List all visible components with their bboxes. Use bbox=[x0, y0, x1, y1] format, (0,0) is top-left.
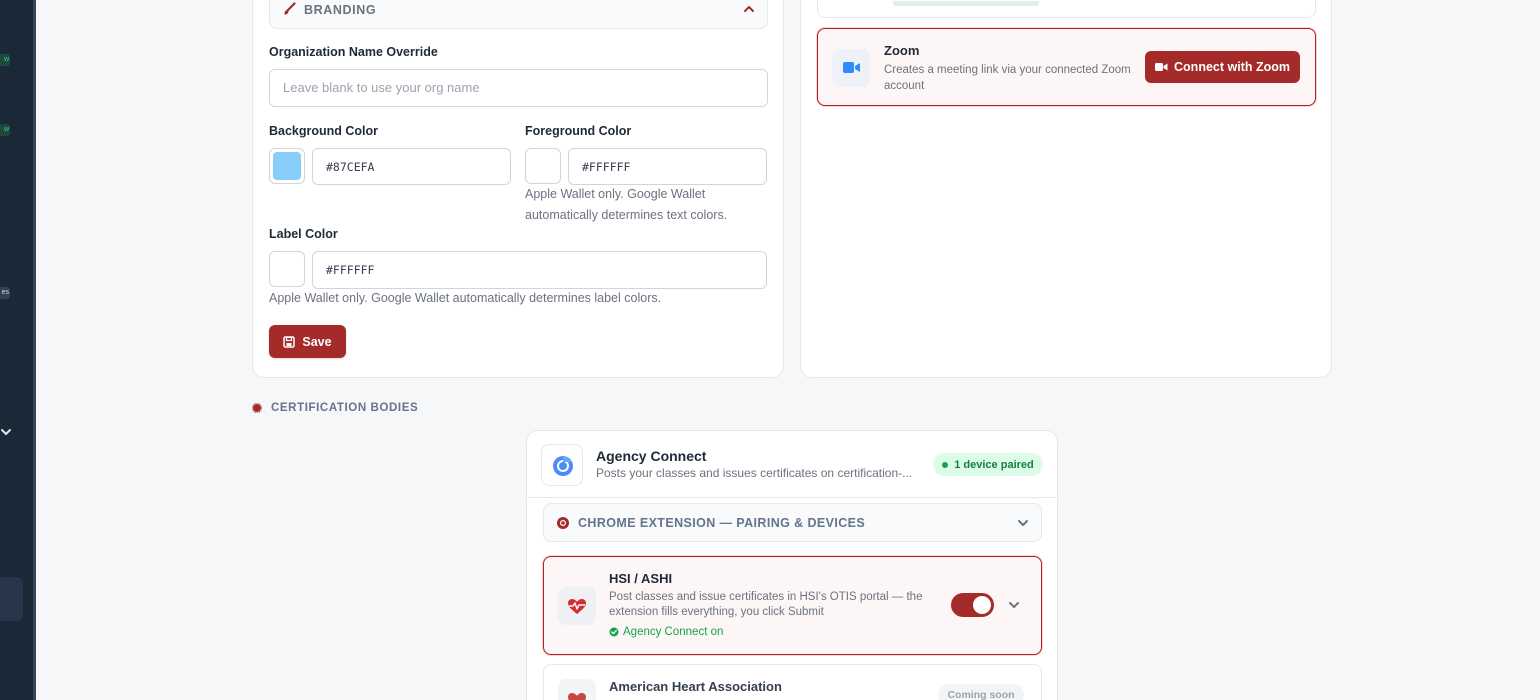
agency-connect-description: Posts your classes and issues certificat… bbox=[596, 466, 913, 480]
zoom-integration-row: Zoom Creates a meeting link via your con… bbox=[817, 28, 1316, 106]
branding-section-title: BRANDING bbox=[304, 3, 377, 17]
hsi-status: Agency Connect on bbox=[609, 626, 723, 638]
branding-section-header[interactable]: BRANDING bbox=[269, 0, 768, 29]
org-name-input[interactable]: Leave blank to use your org name bbox=[269, 69, 768, 107]
integration-row bbox=[817, 0, 1316, 18]
check-circle-icon bbox=[609, 627, 619, 637]
hsi-description: Post classes and issue certificates in H… bbox=[609, 591, 923, 618]
status-dot bbox=[942, 461, 949, 468]
sidebar-badge: w bbox=[0, 124, 10, 136]
save-button-label: Save bbox=[302, 334, 332, 349]
video-camera-icon bbox=[843, 62, 860, 73]
zoom-description: Creates a meeting link via your connecte… bbox=[884, 64, 1131, 92]
hsi-title: HSI / ASHI bbox=[609, 571, 673, 586]
fg-color-swatch[interactable] bbox=[525, 148, 561, 184]
sidebar-badge: w bbox=[0, 54, 10, 66]
sidebar: w w es bbox=[0, 0, 36, 700]
fg-color-input[interactable]: #FFFFFF bbox=[568, 148, 767, 185]
chevron-down-icon[interactable] bbox=[1017, 517, 1029, 529]
bg-color-swatch[interactable] bbox=[269, 148, 305, 184]
certification-heading-text: CERTIFICATION BODIES bbox=[271, 402, 419, 414]
zoom-logo bbox=[832, 49, 870, 87]
sidebar-badge: es bbox=[0, 287, 10, 299]
video-camera-icon bbox=[1155, 63, 1168, 71]
hsi-ashi-row: HSI / ASHI Post classes and issue certif… bbox=[543, 556, 1042, 655]
zoom-title: Zoom bbox=[884, 43, 920, 58]
integration-row-bar bbox=[893, 1, 1039, 6]
hsi-toggle[interactable] bbox=[951, 593, 994, 617]
agency-connect-card: Agency Connect Posts your classes and is… bbox=[526, 430, 1058, 700]
chrome-logo bbox=[541, 444, 583, 486]
org-name-label: Organization Name Override bbox=[269, 45, 438, 59]
aha-logo bbox=[558, 679, 596, 700]
connect-zoom-button[interactable]: Connect with Zoom bbox=[1145, 51, 1300, 83]
hsi-logo bbox=[558, 587, 596, 625]
toggle-knob bbox=[973, 596, 991, 614]
chrome-icon bbox=[553, 456, 573, 476]
heart-pulse-icon bbox=[568, 599, 586, 614]
label-color-input[interactable]: #FFFFFF bbox=[312, 251, 767, 289]
save-icon bbox=[283, 335, 296, 348]
chevron-down-icon[interactable] bbox=[1008, 599, 1020, 611]
aha-title: American Heart Association bbox=[609, 679, 782, 694]
paintbrush-icon bbox=[284, 2, 296, 15]
integrations-card: Zoom Creates a meeting link via your con… bbox=[800, 0, 1332, 378]
fg-color-hint: Apple Wallet only. Google Wallet automat… bbox=[525, 187, 728, 222]
divider bbox=[527, 497, 1057, 498]
save-button[interactable]: Save bbox=[269, 325, 346, 358]
hsi-status-text: Agency Connect on bbox=[623, 626, 724, 638]
bg-color-input[interactable]: #87CEFA bbox=[312, 148, 511, 185]
label-color-label: Label Color bbox=[269, 227, 338, 241]
certification-heading: CERTIFICATION BODIES bbox=[252, 401, 418, 415]
connect-zoom-label: Connect with Zoom bbox=[1174, 60, 1290, 74]
chrome-extension-section-header[interactable]: CHROME EXTENSION — PAIRING & DEVICES bbox=[543, 503, 1042, 542]
chevron-up-icon[interactable] bbox=[743, 3, 755, 15]
branding-card: BRANDING Organization Name Override Leav… bbox=[252, 0, 784, 378]
device-paired-badge: 1 device paired bbox=[933, 453, 1043, 476]
coming-soon-badge: Coming soon bbox=[938, 684, 1024, 700]
sidebar-item-active[interactable] bbox=[0, 577, 23, 621]
heart-icon bbox=[568, 693, 586, 700]
bg-color-label: Background Color bbox=[269, 124, 379, 138]
chevron-down-icon[interactable] bbox=[0, 425, 14, 439]
aha-row: American Heart Association Coming soon bbox=[543, 664, 1042, 700]
agency-connect-title: Agency Connect bbox=[596, 448, 707, 464]
label-color-swatch[interactable] bbox=[269, 251, 305, 287]
fg-color-label: Foreground Color bbox=[525, 124, 632, 138]
chrome-icon bbox=[557, 517, 569, 529]
device-paired-text: 1 device paired bbox=[954, 458, 1034, 471]
chrome-extension-section-title: CHROME EXTENSION — PAIRING & DEVICES bbox=[578, 516, 866, 530]
label-color-hint: Apple Wallet only. Google Wallet automat… bbox=[269, 291, 662, 305]
seal-icon bbox=[252, 403, 262, 413]
